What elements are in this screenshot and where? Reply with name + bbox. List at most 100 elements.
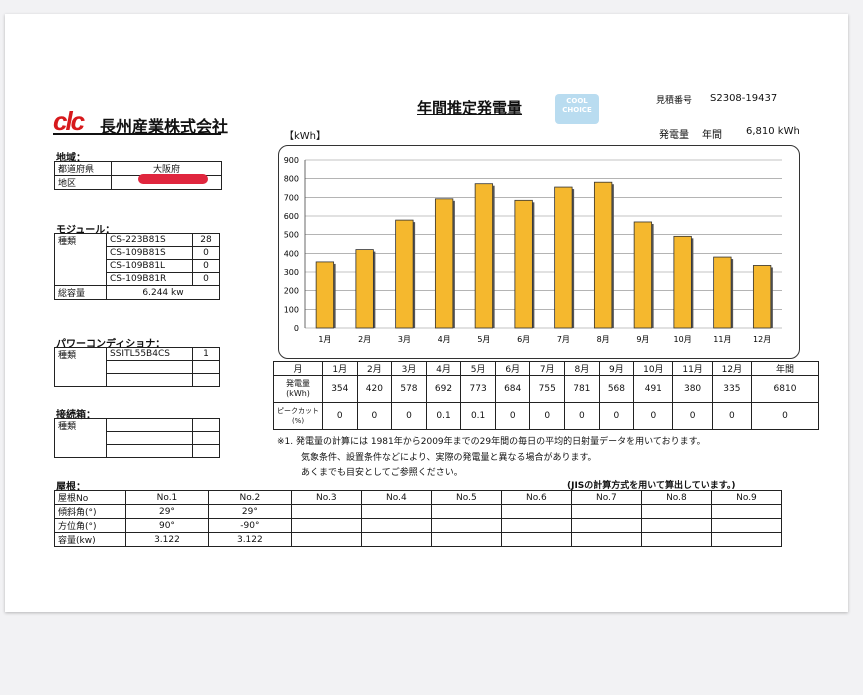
- roof-col-1: No.1: [125, 490, 209, 505]
- x-tick-label: 6月: [517, 335, 530, 344]
- module-name-2: CS-109B81S: [106, 246, 193, 260]
- junction-empty-qty: [192, 444, 220, 458]
- conditioner-empty-qty: [192, 373, 220, 387]
- logo-underline: [53, 133, 221, 135]
- roof-capacity-6: [500, 532, 572, 547]
- roof-azimuth-3: [290, 518, 362, 533]
- gen-row-label: 発電量 (kWh): [273, 375, 323, 403]
- roof-capacity-label: 容量(kw): [54, 532, 126, 547]
- month-header-4: 4月: [425, 361, 462, 376]
- redaction-mark: [138, 174, 208, 184]
- junction-empty-qty: [192, 418, 220, 432]
- roof-tilt-1: 29°: [125, 504, 209, 519]
- peak-label-line1: ピークカット: [277, 407, 319, 415]
- month-header-12: 12月: [711, 361, 753, 376]
- x-tick-label: 3月: [398, 335, 411, 344]
- peak-value-1: 0: [322, 402, 358, 430]
- roof-capacity-7: [570, 532, 642, 547]
- y-tick-label: 600: [284, 212, 299, 221]
- peak-total: 0: [751, 402, 819, 430]
- module-table: 種類 CS-223B81S 28 CS-109B81S 0 CS-109B81L…: [54, 233, 220, 300]
- roof-capacity-2: 3.122: [207, 532, 292, 547]
- annual-value: 6,810 kWh: [746, 126, 800, 137]
- roof-azimuth-8: [640, 518, 712, 533]
- conditioner-empty-row: [106, 360, 193, 374]
- region-pref-label: 都道府県: [54, 161, 112, 176]
- x-tick-label: 2月: [358, 335, 371, 344]
- peak-value-10: 0: [633, 402, 674, 430]
- module-total-value: 6.244 kw: [106, 285, 220, 300]
- x-tick-label: 8月: [597, 335, 610, 344]
- month-header-2: 2月: [356, 361, 393, 376]
- x-tick-label: 10月: [674, 335, 692, 344]
- junction-table: 種類: [54, 418, 220, 458]
- badge-line2: CHOICE: [562, 106, 592, 114]
- x-tick-label: 7月: [557, 335, 570, 344]
- roof-azimuth-6: [500, 518, 572, 533]
- roof-tilt-3: [290, 504, 362, 519]
- y-tick-label: 400: [284, 249, 299, 258]
- y-tick-label: 500: [284, 231, 299, 240]
- roof-col-3: No.3: [290, 490, 362, 505]
- roof-col-9: No.9: [710, 490, 783, 505]
- roof-tilt-6: [500, 504, 572, 519]
- gen-total: 6810: [751, 375, 819, 403]
- annual-header: 年間: [751, 361, 819, 376]
- roof-tilt-9: [710, 504, 783, 519]
- conditioner-qty: 1: [192, 347, 220, 361]
- roof-tilt-8: [640, 504, 712, 519]
- roof-capacity-4: [360, 532, 432, 547]
- annual-period: 年間: [702, 130, 722, 141]
- chart-unit: 【kWh】: [284, 131, 327, 142]
- peak-value-9: 0: [598, 402, 635, 430]
- roof-col-7: No.7: [570, 490, 642, 505]
- peak-value-7: 0: [529, 402, 566, 430]
- gen-value-7: 755: [529, 375, 566, 403]
- bar: [752, 265, 772, 329]
- roof-azimuth-1: 90°: [125, 518, 209, 533]
- page-title: 年間推定発電量: [417, 99, 523, 117]
- roof-azimuth-label: 方位角(°): [54, 518, 126, 533]
- gen-label-line2: (kWh): [286, 389, 310, 398]
- module-qty-1: 28: [192, 233, 220, 247]
- roof-table: 屋根No No.1 No.2 No.3 No.4 No.5 No.6 No.7 No.8 No.9…: [54, 490, 783, 547]
- month-header-3: 3月: [391, 361, 427, 376]
- peak-value-12: 0: [711, 402, 753, 430]
- conditioner-empty-row: [106, 373, 193, 387]
- peak-value-8: 0: [564, 402, 600, 430]
- roof-col-2: No.2: [207, 490, 292, 505]
- month-header-9: 9月: [598, 361, 635, 376]
- gen-label-line1: 発電量: [286, 379, 310, 388]
- roof-tilt-4: [360, 504, 432, 519]
- roof-azimuth-4: [360, 518, 432, 533]
- badge-line1: COOL: [566, 97, 588, 105]
- roof-capacity-9: [710, 532, 783, 547]
- bar: [395, 219, 414, 329]
- roof-tilt-label: 傾斜角(°): [54, 504, 126, 519]
- month-header-10: 10月: [633, 361, 674, 376]
- peak-value-11: 0: [672, 402, 713, 430]
- roof-col-6: No.6: [500, 490, 572, 505]
- month-header-label: 月: [273, 361, 323, 376]
- x-tick-label: 9月: [636, 335, 649, 344]
- gen-value-4: 692: [425, 375, 462, 403]
- gen-value-10: 491: [633, 375, 674, 403]
- region-area-label: 地区: [54, 175, 112, 190]
- module-qty-2: 0: [192, 246, 220, 260]
- y-tick-label: 200: [284, 287, 299, 296]
- y-tick-label: 300: [284, 268, 299, 277]
- gen-value-11: 380: [672, 375, 713, 403]
- month-header-1: 1月: [322, 361, 358, 376]
- gen-value-5: 773: [460, 375, 496, 403]
- peak-label-line2: (%): [291, 417, 305, 425]
- roof-col-8: No.8: [640, 490, 712, 505]
- note-line-1: ※1. 発電量の計算には 1981年から2009年までの29年間の毎日の平均的日…: [277, 437, 706, 447]
- junction-type-label: 種類: [54, 418, 107, 458]
- gen-value-9: 568: [598, 375, 635, 403]
- month-header-7: 7月: [529, 361, 566, 376]
- chart-frame: 0 100 200 300 400 500 600 700 800 900 1月 2月 3月 4月 5月 6月…: [278, 145, 800, 359]
- bar: [554, 186, 573, 329]
- gen-value-8: 781: [564, 375, 600, 403]
- month-header-8: 8月: [564, 361, 600, 376]
- conditioner-name: SSITL55B4CS: [106, 347, 193, 361]
